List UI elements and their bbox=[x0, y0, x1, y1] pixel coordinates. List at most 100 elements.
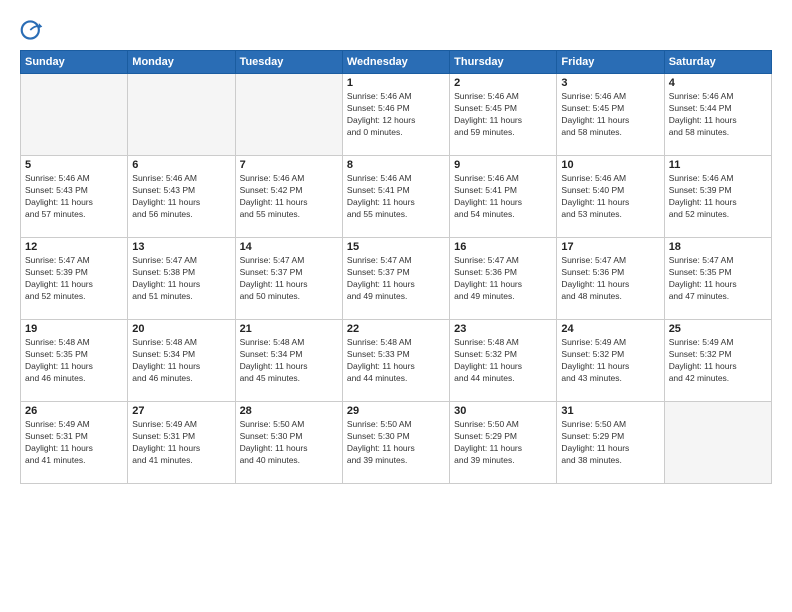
day-info: Sunrise: 5:46 AMSunset: 5:39 PMDaylight:… bbox=[669, 173, 767, 221]
day-number: 10 bbox=[561, 159, 659, 171]
day-cell: 7Sunrise: 5:46 AMSunset: 5:42 PMDaylight… bbox=[235, 156, 342, 238]
day-cell bbox=[21, 74, 128, 156]
day-number: 4 bbox=[669, 77, 767, 89]
day-info: Sunrise: 5:48 AMSunset: 5:34 PMDaylight:… bbox=[240, 337, 338, 385]
day-info: Sunrise: 5:50 AMSunset: 5:29 PMDaylight:… bbox=[454, 419, 552, 467]
day-info: Sunrise: 5:46 AMSunset: 5:45 PMDaylight:… bbox=[561, 91, 659, 139]
weekday-header: Wednesday bbox=[342, 51, 449, 74]
weekday-header: Sunday bbox=[21, 51, 128, 74]
day-number: 19 bbox=[25, 323, 123, 335]
day-number: 26 bbox=[25, 405, 123, 417]
header bbox=[20, 18, 772, 42]
day-number: 24 bbox=[561, 323, 659, 335]
day-cell: 18 Sunrise: 5:47 AMSunset: 5:35 PMDayligh… bbox=[664, 238, 771, 320]
day-number: 3 bbox=[561, 77, 659, 89]
logo bbox=[20, 18, 48, 42]
day-number: 1 bbox=[347, 77, 445, 89]
day-number: 31 bbox=[561, 405, 659, 417]
day-info: Sunrise: 5:49 AMSunset: 5:31 PMDaylight:… bbox=[25, 419, 123, 467]
weekday-header: Monday bbox=[128, 51, 235, 74]
day-info: Sunrise: 5:47 AMSunset: 5:35 PMDaylight:… bbox=[669, 255, 767, 303]
day-number: 14 bbox=[240, 241, 338, 253]
day-cell bbox=[664, 402, 771, 484]
day-info: Sunrise: 5:50 AMSunset: 5:29 PMDaylight:… bbox=[561, 419, 659, 467]
day-info: Sunrise: 5:46 AMSunset: 5:42 PMDaylight:… bbox=[240, 173, 338, 221]
day-number: 20 bbox=[132, 323, 230, 335]
day-number: 9 bbox=[454, 159, 552, 171]
day-cell bbox=[128, 74, 235, 156]
weekday-header-row: SundayMondayTuesdayWednesdayThursdayFrid… bbox=[21, 51, 772, 74]
logo-icon bbox=[20, 18, 44, 42]
day-info: Sunrise: 5:46 AMSunset: 5:41 PMDaylight:… bbox=[347, 173, 445, 221]
day-cell: 28Sunrise: 5:50 AMSunset: 5:30 PMDayligh… bbox=[235, 402, 342, 484]
weekday-header: Tuesday bbox=[235, 51, 342, 74]
day-cell: 11Sunrise: 5:46 AMSunset: 5:39 PMDayligh… bbox=[664, 156, 771, 238]
day-info: Sunrise: 5:48 AMSunset: 5:34 PMDaylight:… bbox=[132, 337, 230, 385]
week-row: 5 Sunrise: 5:46 AMSunset: 5:43 PMDaylight… bbox=[21, 156, 772, 238]
day-cell: 1Sunrise: 5:46 AMSunset: 5:46 PMDaylight… bbox=[342, 74, 449, 156]
day-cell: 6 Sunrise: 5:46 AMSunset: 5:43 PMDaylight… bbox=[128, 156, 235, 238]
day-info: Sunrise: 5:47 AMSunset: 5:36 PMDaylight:… bbox=[561, 255, 659, 303]
day-info: Sunrise: 5:47 AMSunset: 5:38 PMDaylight:… bbox=[132, 255, 230, 303]
day-cell: 27Sunrise: 5:49 AMSunset: 5:31 PMDayligh… bbox=[128, 402, 235, 484]
day-cell: 20 Sunrise: 5:48 AMSunset: 5:34 PMDayligh… bbox=[128, 320, 235, 402]
day-number: 15 bbox=[347, 241, 445, 253]
day-cell: 24 Sunrise: 5:49 AMSunset: 5:32 PMDayligh… bbox=[557, 320, 664, 402]
day-number: 12 bbox=[25, 241, 123, 253]
day-number: 25 bbox=[669, 323, 767, 335]
day-cell: 2Sunrise: 5:46 AMSunset: 5:45 PMDaylight… bbox=[450, 74, 557, 156]
day-info: Sunrise: 5:47 AMSunset: 5:36 PMDaylight:… bbox=[454, 255, 552, 303]
day-cell: 23Sunrise: 5:48 AMSunset: 5:32 PMDayligh… bbox=[450, 320, 557, 402]
day-number: 30 bbox=[454, 405, 552, 417]
calendar-table: SundayMondayTuesdayWednesdayThursdayFrid… bbox=[20, 50, 772, 484]
day-info: Sunrise: 5:46 AMSunset: 5:43 PMDaylight:… bbox=[25, 173, 123, 221]
day-cell: 19 Sunrise: 5:48 AMSunset: 5:35 PMDayligh… bbox=[21, 320, 128, 402]
day-cell: 13 Sunrise: 5:47 AMSunset: 5:38 PMDayligh… bbox=[128, 238, 235, 320]
day-info: Sunrise: 5:46 AMSunset: 5:43 PMDaylight:… bbox=[132, 173, 230, 221]
day-cell: 8 Sunrise: 5:46 AMSunset: 5:41 PMDaylight… bbox=[342, 156, 449, 238]
day-number: 8 bbox=[347, 159, 445, 171]
day-info: Sunrise: 5:47 AMSunset: 5:37 PMDaylight:… bbox=[347, 255, 445, 303]
page: SundayMondayTuesdayWednesdayThursdayFrid… bbox=[0, 0, 792, 612]
day-cell: 25 Sunrise: 5:49 AMSunset: 5:32 PMDayligh… bbox=[664, 320, 771, 402]
day-number: 29 bbox=[347, 405, 445, 417]
day-cell: 29Sunrise: 5:50 AMSunset: 5:30 PMDayligh… bbox=[342, 402, 449, 484]
day-number: 18 bbox=[669, 241, 767, 253]
week-row: 1Sunrise: 5:46 AMSunset: 5:46 PMDaylight… bbox=[21, 74, 772, 156]
day-cell: 14Sunrise: 5:47 AMSunset: 5:37 PMDayligh… bbox=[235, 238, 342, 320]
day-number: 6 bbox=[132, 159, 230, 171]
day-number: 21 bbox=[240, 323, 338, 335]
day-cell: 5 Sunrise: 5:46 AMSunset: 5:43 PMDaylight… bbox=[21, 156, 128, 238]
day-info: Sunrise: 5:49 AMSunset: 5:31 PMDaylight:… bbox=[132, 419, 230, 467]
day-number: 17 bbox=[561, 241, 659, 253]
day-cell: 10 Sunrise: 5:46 AMSunset: 5:40 PMDayligh… bbox=[557, 156, 664, 238]
day-cell: 9Sunrise: 5:46 AMSunset: 5:41 PMDaylight… bbox=[450, 156, 557, 238]
day-info: Sunrise: 5:48 AMSunset: 5:33 PMDaylight:… bbox=[347, 337, 445, 385]
day-info: Sunrise: 5:48 AMSunset: 5:35 PMDaylight:… bbox=[25, 337, 123, 385]
day-number: 16 bbox=[454, 241, 552, 253]
week-row: 12 Sunrise: 5:47 AMSunset: 5:39 PMDayligh… bbox=[21, 238, 772, 320]
day-cell: 15 Sunrise: 5:47 AMSunset: 5:37 PMDayligh… bbox=[342, 238, 449, 320]
day-cell: 16 Sunrise: 5:47 AMSunset: 5:36 PMDayligh… bbox=[450, 238, 557, 320]
day-cell: 31 Sunrise: 5:50 AMSunset: 5:29 PMDayligh… bbox=[557, 402, 664, 484]
day-cell bbox=[235, 74, 342, 156]
day-info: Sunrise: 5:46 AMSunset: 5:40 PMDaylight:… bbox=[561, 173, 659, 221]
day-cell: 12 Sunrise: 5:47 AMSunset: 5:39 PMDayligh… bbox=[21, 238, 128, 320]
day-number: 2 bbox=[454, 77, 552, 89]
day-cell: 30 Sunrise: 5:50 AMSunset: 5:29 PMDayligh… bbox=[450, 402, 557, 484]
day-number: 13 bbox=[132, 241, 230, 253]
day-cell: 22 Sunrise: 5:48 AMSunset: 5:33 PMDayligh… bbox=[342, 320, 449, 402]
day-info: Sunrise: 5:49 AMSunset: 5:32 PMDaylight:… bbox=[669, 337, 767, 385]
day-number: 5 bbox=[25, 159, 123, 171]
weekday-header: Saturday bbox=[664, 51, 771, 74]
day-info: Sunrise: 5:49 AMSunset: 5:32 PMDaylight:… bbox=[561, 337, 659, 385]
day-info: Sunrise: 5:47 AMSunset: 5:39 PMDaylight:… bbox=[25, 255, 123, 303]
day-cell: 26 Sunrise: 5:49 AMSunset: 5:31 PMDayligh… bbox=[21, 402, 128, 484]
week-row: 19 Sunrise: 5:48 AMSunset: 5:35 PMDayligh… bbox=[21, 320, 772, 402]
day-cell: 4Sunrise: 5:46 AMSunset: 5:44 PMDaylight… bbox=[664, 74, 771, 156]
day-number: 22 bbox=[347, 323, 445, 335]
weekday-header: Thursday bbox=[450, 51, 557, 74]
week-row: 26 Sunrise: 5:49 AMSunset: 5:31 PMDayligh… bbox=[21, 402, 772, 484]
day-number: 28 bbox=[240, 405, 338, 417]
day-cell: 3 Sunrise: 5:46 AMSunset: 5:45 PMDaylight… bbox=[557, 74, 664, 156]
